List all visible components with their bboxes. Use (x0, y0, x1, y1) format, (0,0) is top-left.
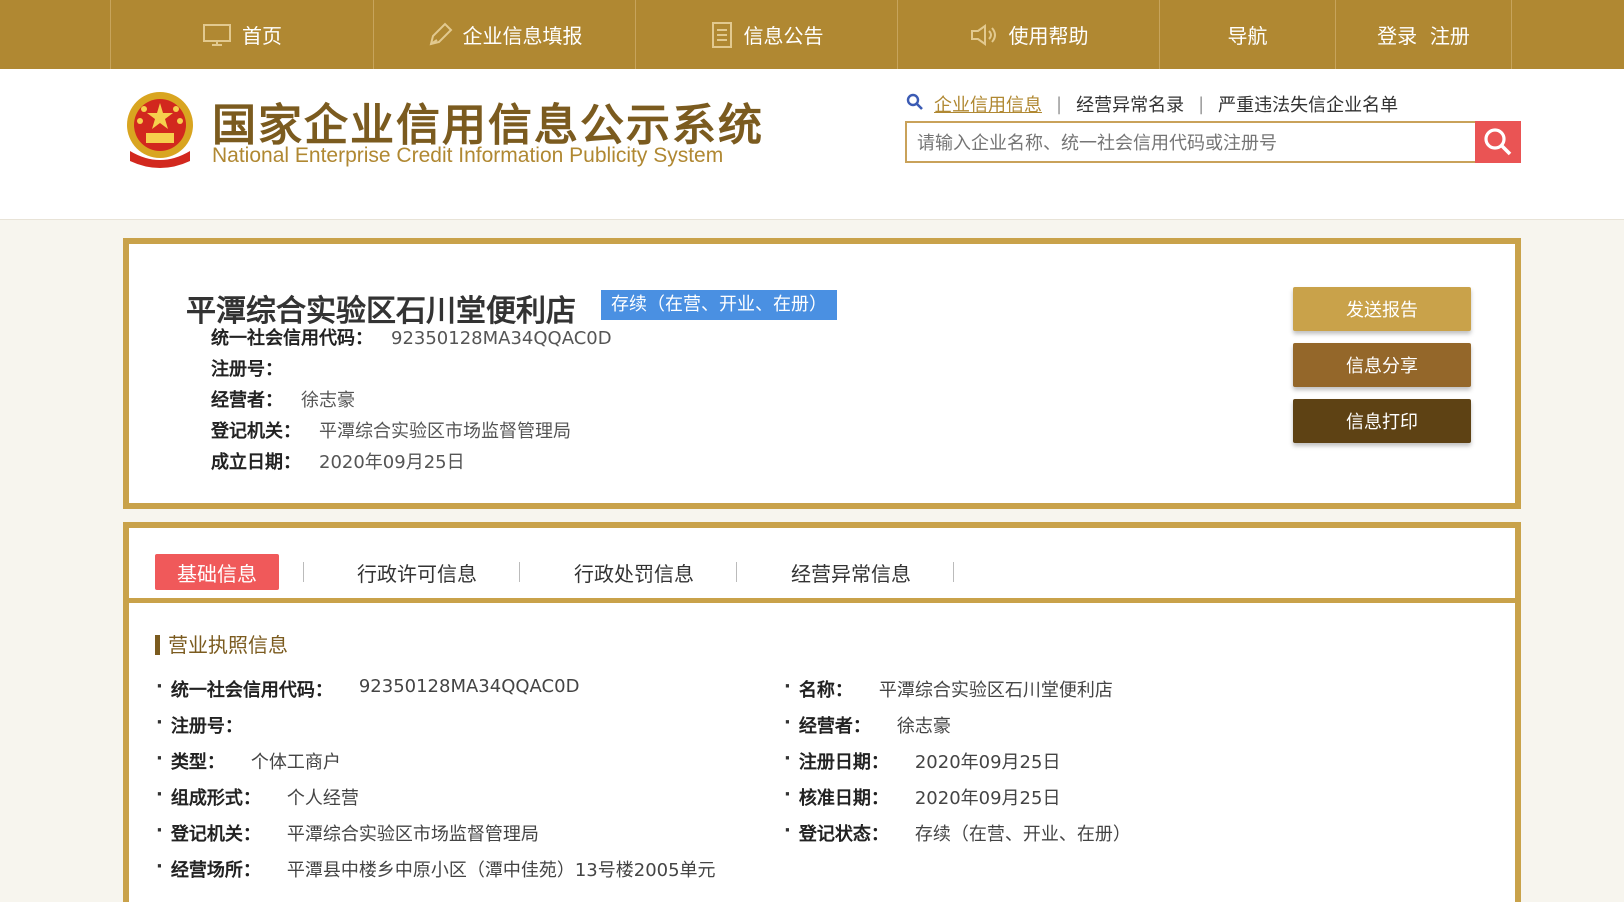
share-info-button[interactable]: 信息分享 (1293, 343, 1471, 387)
print-info-button[interactable]: 信息打印 (1293, 399, 1471, 443)
nav-announcement-label: 信息公告 (743, 24, 824, 48)
summary-reg-no: 注册号： (211, 359, 283, 380)
search-box (905, 121, 1521, 163)
monitor-icon (202, 23, 232, 47)
header: 国家企业信用信息公示系统 National Enterprise Credit … (0, 69, 1624, 220)
nav-announcement[interactable]: 信息公告 (635, 0, 897, 69)
detail-card: 基础信息 行政许可信息 行政处罚信息 经营异常信息 营业执照信息 · 统一社会信用… (123, 522, 1521, 902)
nav-navigation[interactable]: 导航 (1159, 0, 1335, 69)
tab-separator (303, 562, 304, 582)
tab-bar: 基础信息 行政许可信息 行政处罚信息 经营异常信息 (129, 528, 1515, 603)
summary-operator: 经营者： 徐志豪 (211, 390, 355, 411)
link-separator: | (1056, 93, 1063, 115)
tab-separator (736, 562, 737, 582)
license-reg-date: · 注册日期： 2020年09月25日 (784, 748, 1061, 773)
license-reg-no: · 注册号： (156, 712, 243, 737)
tab-separator (519, 562, 520, 582)
link-separator: | (1198, 93, 1205, 115)
top-nav: 首页 企业信息填报 信息公告 使用帮助 导航 登录 注册 (0, 0, 1624, 69)
send-report-button[interactable]: 发送报告 (1293, 287, 1471, 331)
tab-admin-license[interactable]: 行政许可信息 (357, 554, 477, 590)
link-dishonest-list[interactable]: 严重违法失信企业名单 (1218, 91, 1398, 117)
document-icon (710, 21, 734, 49)
nav-login-register[interactable]: 登录 注册 (1335, 0, 1512, 69)
nav-enterprise-report-label: 企业信息填报 (462, 24, 583, 48)
speaker-icon (969, 23, 999, 47)
search-button[interactable] (1475, 121, 1521, 163)
search-small-icon (906, 93, 924, 116)
license-credit-code: · 统一社会信用代码： 92350128MA34QQAC0D (156, 676, 580, 701)
tab-separator (953, 562, 954, 582)
license-name: · 名称： 平潭综合实验区石川堂便利店 (784, 676, 1113, 701)
section-title-license: 营业执照信息 (155, 635, 288, 655)
search-type-links: 企业信用信息 | 经营异常名录 | 严重违法失信企业名单 (906, 91, 1398, 117)
tab-abnormal-operation[interactable]: 经营异常信息 (791, 554, 911, 590)
summary-established-date: 成立日期： 2020年09月25日 (211, 452, 465, 473)
tab-basic-info[interactable]: 基础信息 (155, 554, 279, 590)
tab-admin-penalty[interactable]: 行政处罚信息 (574, 554, 694, 590)
site-subtitle: National Enterprise Credit Information P… (212, 144, 724, 167)
license-operator: · 经营者： 徐志豪 (784, 712, 951, 737)
status-badge: 存续（在营、开业、在册） (601, 290, 837, 320)
license-form: · 组成形式： 个人经营 (156, 784, 359, 809)
national-emblem-logo (124, 89, 196, 169)
nav-help-label: 使用帮助 (1008, 24, 1089, 48)
search-icon (1484, 128, 1512, 156)
license-reg-status: · 登记状态： 存续（在营、开业、在册） (784, 820, 1131, 845)
search-input[interactable] (915, 129, 1459, 157)
summary-reg-authority: 登记机关： 平潭综合实验区市场监督管理局 (211, 421, 571, 442)
enterprise-summary-card: 平潭综合实验区石川堂便利店 存续（在营、开业、在册） 统一社会信用代码： 9235… (123, 238, 1521, 509)
pen-icon (427, 22, 453, 48)
license-reg-authority: · 登记机关： 平潭综合实验区市场监督管理局 (156, 820, 539, 845)
link-credit-info[interactable]: 企业信用信息 (934, 91, 1042, 117)
link-abnormal-list[interactable]: 经营异常名录 (1076, 91, 1184, 117)
nav-enterprise-report[interactable]: 企业信息填报 (373, 0, 635, 69)
summary-credit-code: 统一社会信用代码： 92350128MA34QQAC0D (211, 328, 612, 349)
nav-login-register-label: 登录 注册 (1377, 24, 1470, 48)
nav-help[interactable]: 使用帮助 (897, 0, 1159, 69)
license-business-premises: · 经营场所： 平潭县中楼乡中原小区（潭中佳苑）13号楼2005单元 (156, 856, 716, 881)
license-type: · 类型： 个体工商户 (156, 748, 341, 773)
nav-home-label: 首页 (242, 24, 282, 48)
nav-navigation-label: 导航 (1227, 24, 1268, 48)
license-approval-date: · 核准日期： 2020年09月25日 (784, 784, 1061, 809)
nav-home[interactable]: 首页 (110, 0, 373, 69)
